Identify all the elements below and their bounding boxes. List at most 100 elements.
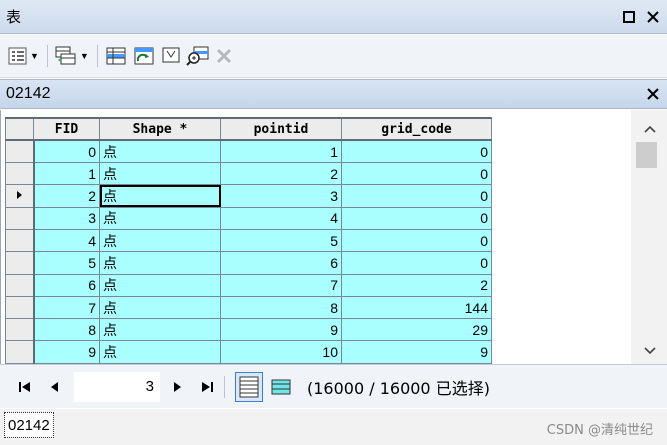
show-selected-records-button[interactable] [267,372,295,402]
column-header-fid[interactable]: FID [33,116,100,142]
current-record-input[interactable]: 3 [74,371,160,402]
table-row[interactable]: 4点50 [5,228,492,253]
table-tab-header: 02142 [0,79,667,109]
show-all-records-button[interactable] [235,371,263,402]
row-selector[interactable] [5,162,35,186]
shape-cell[interactable]: 点 [99,139,221,164]
window-title: 表 [6,8,22,26]
table-tab-02142[interactable]: 02142 [4,412,54,438]
pointid-cell[interactable]: 7 [220,273,342,297]
scroll-down-icon[interactable] [631,340,667,362]
watermark: CSDN @清纯世纪 [546,423,653,438]
table-row[interactable]: 9 点 10 9 [5,340,492,364]
fid-cell[interactable]: 3 [33,206,100,230]
fid-cell[interactable]: 1 [33,162,100,186]
pointid-cell[interactable]: 4 [220,206,342,230]
fid-cell[interactable]: 4 [33,228,100,253]
navbar-divider [224,375,225,398]
table-row[interactable]: 2点30 [5,184,492,208]
table-row[interactable]: 6点72 [5,273,492,297]
row-selector[interactable] [5,206,35,230]
table-options-button[interactable]: ▼ [8,43,39,69]
table-row[interactable]: 8 点 9 29 [5,318,492,342]
column-header-shape[interactable]: Shape * [99,116,221,142]
table-tab-title[interactable]: 02142 [6,85,643,103]
grid-code-cell[interactable]: 0 [341,251,492,275]
fid-cell[interactable]: 6 [33,273,100,297]
pointid-cell[interactable]: 1 [220,139,342,164]
grid-code-cell[interactable]: 29 [341,318,492,342]
row-selector[interactable] [5,228,35,253]
fid-cell[interactable]: 0 [33,139,100,164]
pointid-cell[interactable]: 6 [220,251,342,275]
related-tables-button[interactable]: ▼ [54,43,89,69]
table-row[interactable]: 7 点 8 144 [5,295,492,320]
fid-cell[interactable]: 9 [33,340,100,364]
row-selector[interactable] [5,295,35,320]
grid-code-cell[interactable]: 0 [341,228,492,253]
last-record-icon [202,381,213,392]
column-header-grid-code[interactable]: grid_code [341,116,492,142]
fid-cell[interactable]: 2 [33,184,100,208]
shape-cell[interactable]: 点 [99,295,221,320]
table-row[interactable]: 1点20 [5,162,492,186]
vertical-scrollbar[interactable] [631,110,667,364]
clear-selection-button[interactable] [160,43,182,69]
last-record-button[interactable] [194,374,220,400]
show-selected-records-icon [271,379,291,394]
pointid-cell[interactable]: 2 [220,162,342,186]
table-tabs-strip: 02142 CSDN @清纯世纪 [0,409,667,445]
grid-code-cell[interactable]: 0 [341,206,492,230]
related-tables-icon [55,46,76,65]
previous-record-button[interactable] [42,374,68,400]
row-selector[interactable] [5,318,35,342]
shape-cell[interactable]: 点 [99,162,221,186]
row-selector[interactable] [5,273,35,297]
switch-selection-button[interactable] [132,43,156,69]
shape-cell[interactable]: 点 [99,273,221,297]
select-by-attributes-button[interactable] [104,43,128,69]
column-header-pointid[interactable]: pointid [220,116,342,142]
shape-cell[interactable]: 点 [99,251,221,275]
pointid-cell[interactable]: 8 [220,295,342,320]
fid-cell[interactable]: 7 [33,295,100,320]
pointid-cell[interactable]: 10 [220,340,342,364]
close-icon [647,88,659,100]
next-record-button[interactable] [164,374,190,400]
shape-cell[interactable]: 点 [99,318,221,342]
row-selector[interactable] [5,340,35,364]
table-row[interactable]: 0点10 [5,139,492,164]
select-all-corner[interactable] [5,116,34,142]
row-selector[interactable] [5,251,35,275]
table-row[interactable]: 3点40 [5,206,492,230]
pointid-cell[interactable]: 5 [220,228,342,253]
zoom-to-selected-button[interactable] [186,43,210,69]
row-selector[interactable] [5,139,35,164]
pointid-cell[interactable]: 3 [220,184,342,208]
pointid-cell[interactable]: 9 [220,318,342,342]
shape-cell[interactable]: 点 [99,340,221,364]
shape-cell[interactable]: 点 [99,184,221,208]
grid-code-cell[interactable]: 0 [341,184,492,208]
grid-code-cell[interactable]: 2 [341,273,492,297]
grid-code-cell[interactable]: 144 [341,295,492,320]
current-row-indicator[interactable] [5,184,35,208]
first-record-button[interactable] [12,374,38,400]
grid-code-cell[interactable]: 0 [341,162,492,186]
fid-cell[interactable]: 5 [33,251,100,275]
delete-selected-button[interactable] [214,43,234,69]
clear-selection-icon [162,47,180,63]
scroll-up-icon[interactable] [631,118,667,140]
table-grid: FID Shape * pointid grid_code 0点101点202点… [5,116,492,364]
table-row[interactable]: 5点60 [5,251,492,275]
shape-cell[interactable]: 点 [99,206,221,230]
fid-cell[interactable]: 8 [33,318,100,342]
scroll-thumb[interactable] [636,142,657,168]
grid-code-cell[interactable]: 9 [341,340,492,364]
close-button[interactable] [643,7,663,27]
shape-cell[interactable]: 点 [99,228,221,253]
delete-selected-icon [216,48,231,64]
close-table-button[interactable] [643,84,663,104]
grid-code-cell[interactable]: 0 [341,139,492,164]
restore-button[interactable] [619,7,639,27]
